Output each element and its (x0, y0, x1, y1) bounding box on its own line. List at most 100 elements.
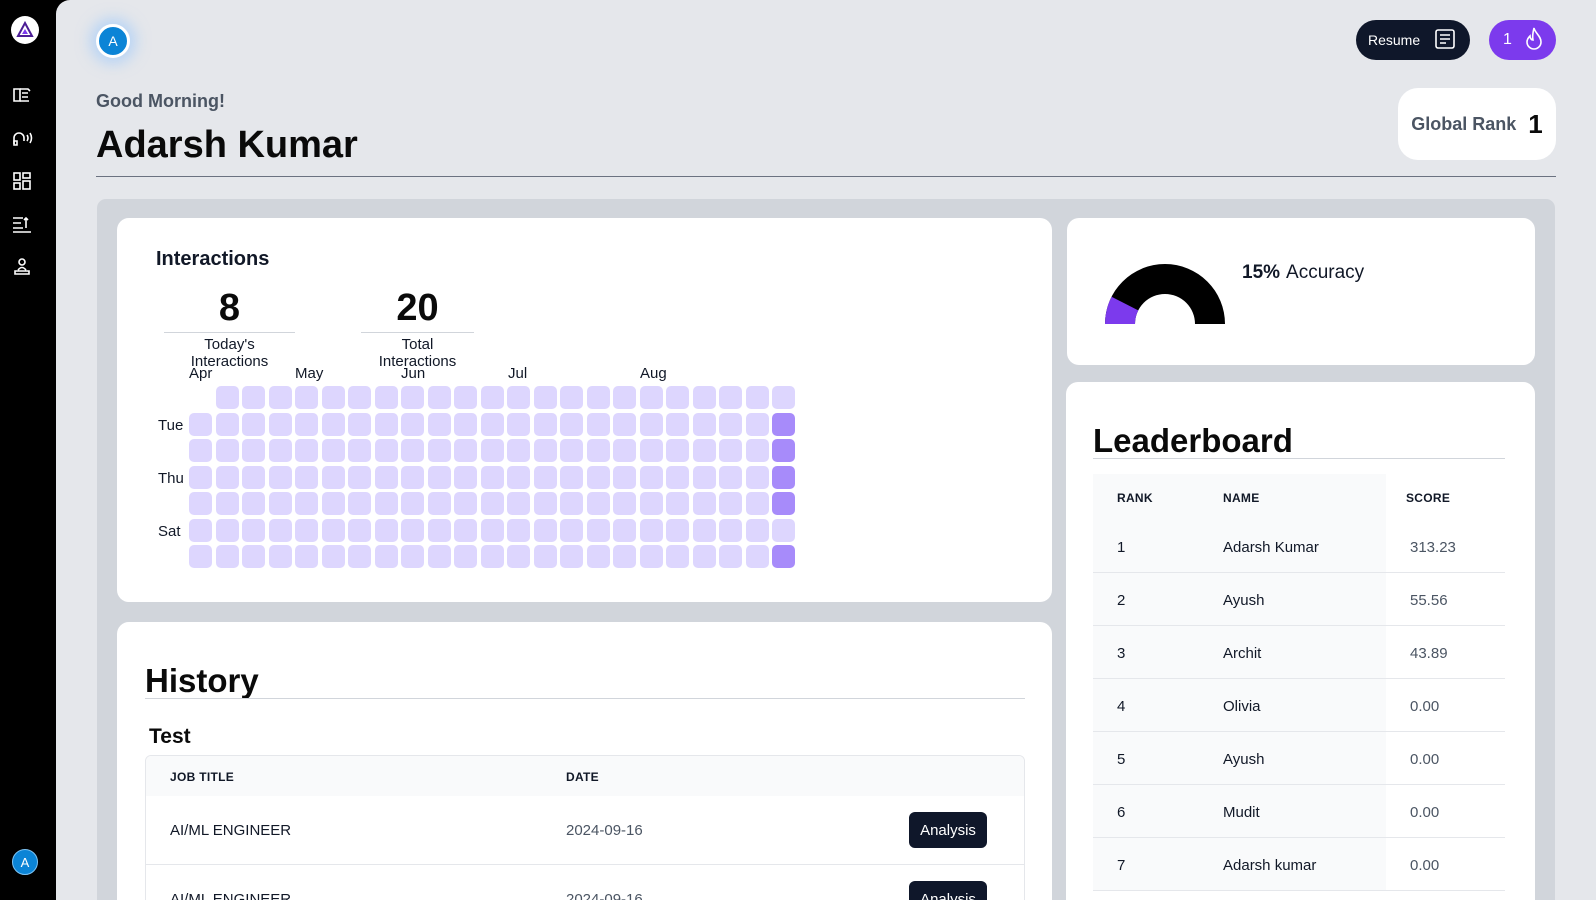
heatmap-cell[interactable] (533, 412, 557, 436)
heatmap-cell[interactable] (268, 545, 292, 568)
heatmap-cell[interactable] (507, 518, 530, 542)
heatmap-cell[interactable] (189, 492, 212, 515)
heatmap-cell[interactable] (215, 412, 239, 436)
heatmap-cell[interactable] (321, 439, 345, 462)
heatmap-cell[interactable] (242, 518, 265, 542)
analysis-button[interactable]: Analysis (909, 881, 987, 900)
heatmap-cell[interactable] (692, 386, 716, 409)
headset-icon[interactable] (11, 127, 33, 149)
heatmap-cell[interactable] (189, 518, 212, 542)
heatmap-cell[interactable] (321, 386, 345, 409)
heatmap-cell[interactable] (666, 465, 689, 489)
heatmap-cell[interactable] (242, 386, 265, 409)
heatmap-cell[interactable] (427, 492, 451, 515)
heatmap-cell[interactable] (348, 518, 371, 542)
heatmap-cell[interactable] (639, 518, 663, 542)
user-stamp-icon[interactable] (11, 256, 33, 278)
heatmap-cell[interactable] (348, 465, 371, 489)
heatmap-cell[interactable] (348, 545, 371, 568)
heatmap-cell[interactable] (374, 492, 398, 515)
heatmap-cell[interactable] (427, 412, 451, 436)
heatmap-cell[interactable] (613, 492, 636, 515)
heatmap-cell[interactable] (268, 492, 292, 515)
heatmap-cell[interactable] (295, 412, 318, 436)
heatmap-cell[interactable] (268, 518, 292, 542)
heatmap-cell[interactable] (666, 518, 689, 542)
heatmap-cell[interactable] (454, 492, 477, 515)
heatmap-cell[interactable] (613, 412, 636, 436)
heatmap-cell[interactable] (745, 545, 769, 568)
heatmap-cell[interactable] (401, 545, 424, 568)
heatmap-cell[interactable] (295, 439, 318, 462)
heatmap-cell[interactable] (268, 412, 292, 436)
heatmap-cell[interactable] (348, 386, 371, 409)
heatmap-cell[interactable] (745, 412, 769, 436)
heatmap-cell[interactable] (268, 439, 292, 462)
heatmap-cell[interactable] (586, 518, 610, 542)
heatmap-cell[interactable] (639, 545, 663, 568)
heatmap-cell[interactable] (401, 465, 424, 489)
heatmap-cell[interactable] (321, 465, 345, 489)
heatmap-cell[interactable] (586, 545, 610, 568)
heatmap-cell[interactable] (401, 439, 424, 462)
heatmap-cell[interactable] (189, 439, 212, 462)
heatmap-cell[interactable] (401, 412, 424, 436)
heatmap-cell[interactable] (639, 492, 663, 515)
heatmap-cell[interactable] (507, 439, 530, 462)
heatmap-cell[interactable] (666, 439, 689, 462)
heatmap-cell[interactable] (374, 518, 398, 542)
heatmap-cell[interactable] (348, 412, 371, 436)
heatmap-cell[interactable] (533, 518, 557, 542)
heatmap-cell[interactable] (560, 439, 583, 462)
heatmap-cell[interactable] (772, 412, 795, 436)
heatmap-cell[interactable] (295, 386, 318, 409)
heatmap-cell[interactable] (745, 439, 769, 462)
heatmap-cell[interactable] (560, 518, 583, 542)
heatmap-cell[interactable] (772, 518, 795, 542)
heatmap-cell[interactable] (295, 465, 318, 489)
heatmap-cell[interactable] (427, 439, 451, 462)
heatmap-cell[interactable] (719, 545, 742, 568)
heatmap-cell[interactable] (454, 465, 477, 489)
heatmap-cell[interactable] (772, 465, 795, 489)
heatmap-cell[interactable] (454, 412, 477, 436)
heatmap-cell[interactable] (454, 545, 477, 568)
streak-button[interactable]: 1 (1489, 20, 1556, 60)
analysis-button[interactable]: Analysis (909, 812, 987, 848)
sidebar-avatar[interactable]: A (12, 849, 38, 875)
heatmap-cell[interactable] (321, 412, 345, 436)
heatmap-cell[interactable] (533, 465, 557, 489)
heatmap-cell[interactable] (242, 412, 265, 436)
heatmap-cell[interactable] (613, 465, 636, 489)
heatmap-cell[interactable] (427, 545, 451, 568)
heatmap-cell[interactable] (295, 492, 318, 515)
heatmap-cell[interactable] (772, 492, 795, 515)
heatmap-cell[interactable] (639, 412, 663, 436)
heatmap-cell[interactable] (215, 492, 239, 515)
heatmap-cell[interactable] (613, 386, 636, 409)
heatmap-cell[interactable] (719, 518, 742, 542)
heatmap-cell[interactable] (666, 545, 689, 568)
heatmap-cell[interactable] (772, 545, 795, 568)
heatmap-cell[interactable] (348, 492, 371, 515)
heatmap-cell[interactable] (215, 545, 239, 568)
heatmap-cell[interactable] (560, 465, 583, 489)
heatmap-cell[interactable] (348, 439, 371, 462)
heatmap-cell[interactable] (242, 545, 265, 568)
heatmap-cell[interactable] (639, 439, 663, 462)
list-icon[interactable] (11, 213, 33, 235)
heatmap-cell[interactable] (480, 545, 504, 568)
heatmap-cell[interactable] (533, 439, 557, 462)
heatmap-cell[interactable] (374, 465, 398, 489)
heatmap-cell[interactable] (586, 465, 610, 489)
heatmap-cell[interactable] (454, 518, 477, 542)
heatmap-cell[interactable] (507, 412, 530, 436)
heatmap-cell[interactable] (719, 439, 742, 462)
user-avatar[interactable]: A (96, 24, 130, 58)
heatmap-cell[interactable] (719, 412, 742, 436)
heatmap-cell[interactable] (215, 518, 239, 542)
heatmap-cell[interactable] (745, 465, 769, 489)
heatmap-cell[interactable] (639, 386, 663, 409)
heatmap-cell[interactable] (215, 465, 239, 489)
heatmap-cell[interactable] (401, 492, 424, 515)
